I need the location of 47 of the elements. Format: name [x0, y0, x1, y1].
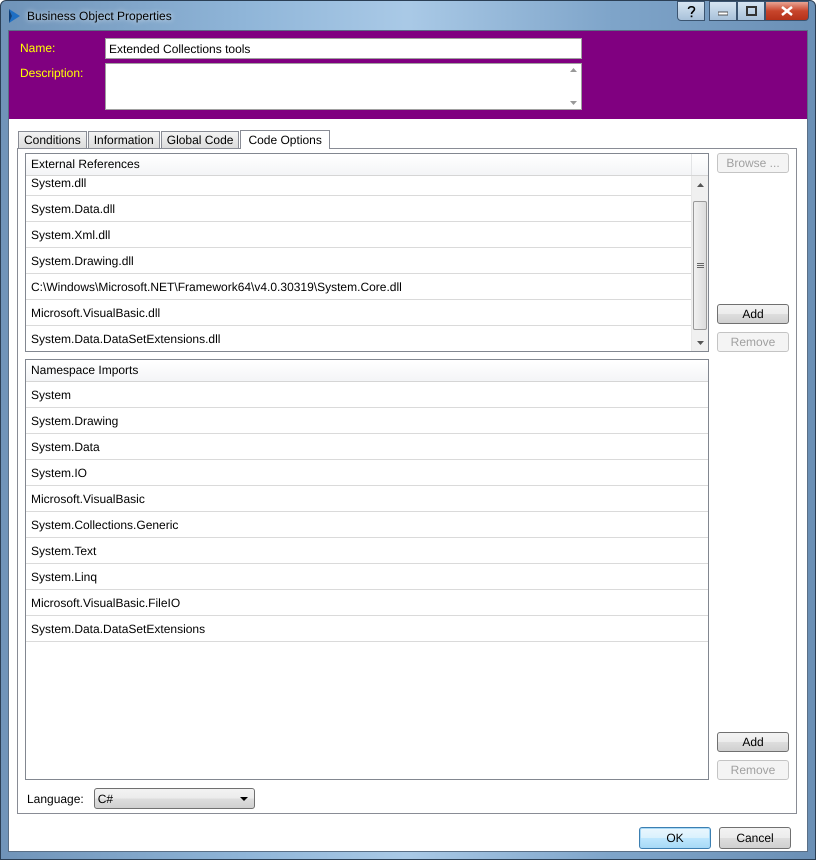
list-item[interactable]: Microsoft.VisualBasic.dll: [26, 300, 691, 326]
minimize-icon[interactable]: [709, 1, 737, 21]
list-item[interactable]: System.IO: [26, 460, 708, 486]
list-item[interactable]: System.Collections.Generic: [26, 512, 708, 538]
list-box[interactable]: Namespace Imports System System.Drawing System.Data System.IO Microsoft.VisualBasic System.Collections.Generic System.Text System.Linq Microsoft.VisualBasic.FileIO System.Data.DataSetExtensions: [25, 359, 709, 780]
list-item[interactable]: Microsoft.VisualBasic.FileIO: [26, 590, 708, 616]
list-item[interactable]: System.Data.dll: [26, 196, 691, 222]
help-icon[interactable]: [677, 1, 705, 21]
list-item[interactable]: System.Drawing.dll: [26, 248, 691, 274]
list-item[interactable]: System.dll: [26, 176, 691, 196]
grip-icon: [696, 263, 704, 268]
list-item[interactable]: C:\Windows\Microsoft.NET\Framework64\v4.0.30319\System.Core.dll: [26, 274, 691, 300]
list-item[interactable]: System.Xml.dll: [26, 222, 691, 248]
column-header: Namespace Imports: [31, 362, 140, 379]
description-field[interactable]: [105, 63, 582, 110]
maximize-icon[interactable]: [737, 1, 765, 21]
window-title: Business Object Properties: [27, 8, 172, 22]
caret-icon[interactable]: [240, 796, 248, 800]
list-item[interactable]: Microsoft.VisualBasic: [26, 486, 708, 512]
close-icon[interactable]: [765, 1, 809, 21]
column-header: External References: [31, 156, 141, 173]
tab[interactable]: Information: [88, 131, 160, 148]
name-field[interactable]: Extended Collections tools: [105, 38, 582, 59]
scroll-up-icon[interactable]: [696, 182, 704, 186]
app-logo-icon: [7, 8, 21, 24]
scroll-down-icon[interactable]: [570, 101, 577, 105]
tab[interactable]: Global Code: [160, 131, 240, 148]
scrollbar[interactable]: [691, 176, 708, 351]
tab[interactable]: Code Options: [240, 130, 330, 149]
list-box[interactable]: [25, 153, 709, 352]
list-item[interactable]: System: [26, 382, 708, 408]
scroll-down-icon[interactable]: [696, 340, 704, 344]
list-item[interactable]: System.Text: [26, 538, 708, 564]
button[interactable]: Add: [717, 304, 789, 324]
list-item[interactable]: System.Data: [26, 434, 708, 460]
list-item[interactable]: System.Data.DataSetExtensions: [26, 616, 708, 642]
field-label: Language:: [27, 792, 84, 806]
tab[interactable]: Conditions: [18, 131, 87, 148]
button[interactable]: Add: [717, 732, 789, 752]
language-dropdown[interactable]: C#: [94, 788, 255, 809]
field-label: Name:: [20, 40, 56, 57]
button[interactable]: OK: [639, 827, 711, 849]
button[interactable]: Cancel: [719, 827, 791, 849]
field-label: Description:: [20, 65, 84, 82]
list-item[interactable]: System.Drawing: [26, 408, 708, 434]
list-item[interactable]: System.Linq: [26, 564, 708, 590]
scroll-up-icon[interactable]: [570, 68, 577, 72]
